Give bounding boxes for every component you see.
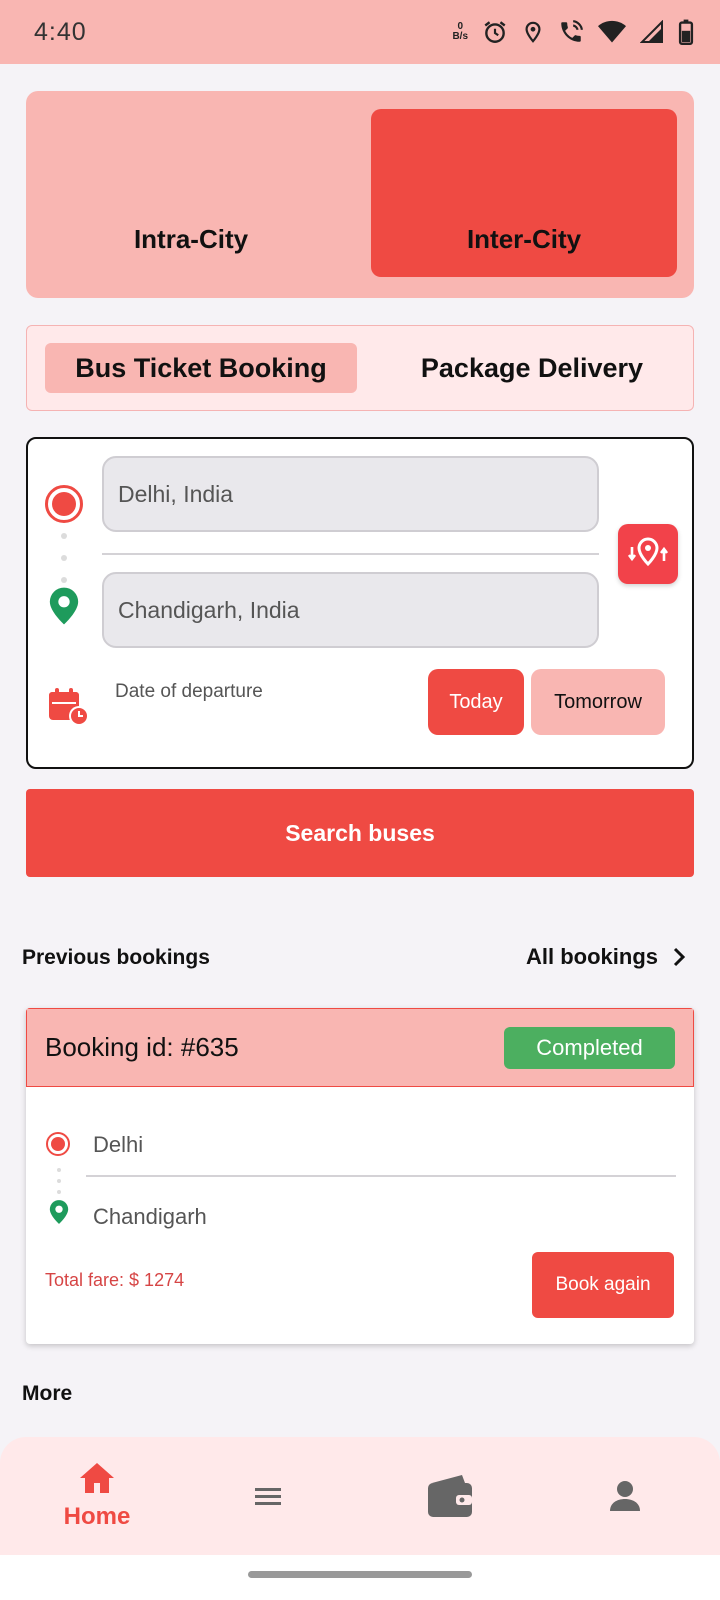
net-speed-indicator: 0 B/s — [452, 22, 468, 42]
calendar-clock-icon — [49, 688, 89, 726]
destination-pin-icon — [49, 587, 79, 625]
status-bar: 4:40 0 B/s — [0, 0, 720, 64]
nav-home-label: Home — [63, 1503, 131, 1530]
booking-to-city: Chandigarh — [93, 1204, 207, 1229]
wifi-call-icon — [561, 20, 583, 42]
book-again-button[interactable]: Book again — [532, 1252, 674, 1318]
search-buses-button[interactable]: Search buses — [26, 789, 694, 877]
home-icon — [80, 1463, 114, 1493]
swap-locations-icon — [627, 537, 669, 567]
booking-from-city: Delhi — [93, 1132, 144, 1157]
intra-city-button[interactable]: Intra-City — [38, 109, 344, 277]
wallet-icon — [428, 1475, 472, 1517]
origin-marker-icon — [45, 485, 83, 523]
bottom-navigation: Home — [0, 1437, 720, 1555]
to-city-input[interactable]: Chandigarh, India — [102, 572, 599, 648]
all-bookings-link[interactable]: All bookings — [526, 944, 686, 970]
route-dots — [61, 533, 67, 583]
destination-pin-icon — [49, 1200, 69, 1224]
tab-package-delivery[interactable]: Package Delivery — [387, 343, 677, 393]
gesture-area — [0, 1555, 720, 1600]
home-gesture-handle[interactable] — [248, 1571, 472, 1578]
nav-profile[interactable] — [585, 1437, 665, 1555]
route-dots — [57, 1168, 61, 1194]
more-section-title: More — [22, 1382, 73, 1405]
all-bookings-label: All bookings — [526, 944, 658, 969]
city-mode-selector: Intra-City Inter-City — [26, 91, 694, 298]
previous-bookings-title: Previous bookings — [22, 946, 210, 969]
service-tabs: Bus Ticket Booking Package Delivery — [26, 325, 694, 411]
tab-bus-ticket-booking[interactable]: Bus Ticket Booking — [45, 343, 357, 393]
today-chip[interactable]: Today — [428, 669, 524, 735]
booking-id: Booking id: #635 — [45, 1032, 239, 1062]
net-speed-unit: B/s — [452, 31, 468, 42]
swap-locations-button[interactable] — [618, 524, 678, 584]
route-search-card: Delhi, India Chandigarh, India Date of d… — [26, 437, 694, 769]
alarm-icon — [484, 21, 506, 43]
nav-menu[interactable] — [228, 1437, 308, 1555]
booking-card[interactable]: Booking id: #635 Completed Delhi Chandig… — [26, 1008, 694, 1344]
status-badge: Completed — [504, 1027, 675, 1069]
status-time: 4:40 — [34, 17, 87, 46]
location-icon — [525, 21, 541, 43]
date-of-departure-label: Date of departure — [115, 681, 263, 702]
wifi-icon — [598, 20, 626, 43]
battery-icon — [678, 19, 694, 45]
tomorrow-chip[interactable]: Tomorrow — [531, 669, 665, 735]
profile-icon — [610, 1481, 640, 1511]
nav-home[interactable]: Home — [40, 1437, 154, 1555]
booking-divider — [86, 1175, 676, 1177]
inter-city-button[interactable]: Inter-City — [371, 109, 677, 277]
signal-icon — [640, 20, 663, 43]
nav-wallet[interactable] — [410, 1437, 490, 1555]
booking-card-header: Booking id: #635 Completed — [26, 1008, 694, 1087]
chevron-right-icon — [673, 947, 686, 967]
total-fare: Total fare: $ 1274 — [45, 1270, 185, 1290]
from-city-input[interactable]: Delhi, India — [102, 456, 599, 532]
menu-icon — [255, 1488, 281, 1505]
origin-marker-icon — [46, 1132, 70, 1156]
field-divider — [102, 553, 599, 555]
status-icons: 0 B/s — [452, 19, 694, 45]
